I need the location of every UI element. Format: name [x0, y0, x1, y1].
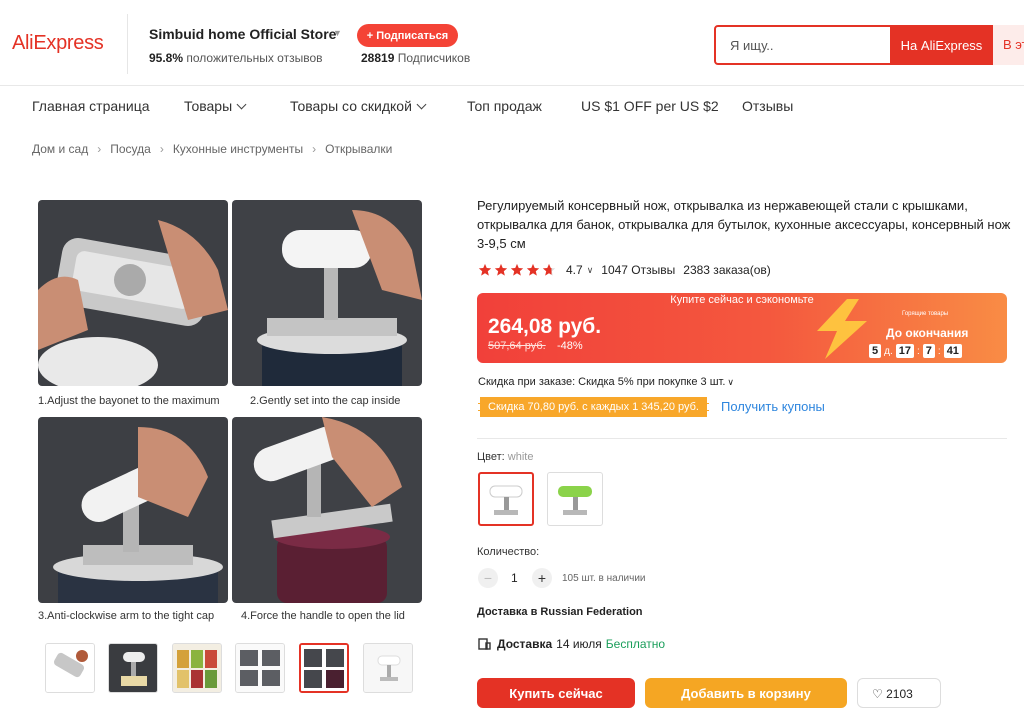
divider [477, 438, 1007, 439]
delivery-icon [478, 638, 491, 650]
countdown-seconds: 41 [943, 344, 962, 358]
shipping-date: 14 июля [556, 637, 602, 651]
color-swatch-green[interactable] [547, 472, 603, 526]
star-icon [526, 263, 540, 276]
wishlist-count: 2103 [886, 687, 913, 701]
store-header: AliExpress Simbuid home Official Store ▼… [0, 0, 1024, 86]
thumbnail[interactable] [45, 643, 95, 693]
caption-step-3: 3.Anti-clockwise arm to the tight cap [38, 610, 215, 622]
old-price: 507,64 руб. [488, 340, 546, 352]
breadcrumb-item[interactable]: Открывалки [325, 142, 392, 156]
store-rating: 95.8% положительных отзывов [149, 51, 323, 65]
star-icon [494, 263, 508, 276]
store-rating-label: положительных отзывов [186, 51, 323, 65]
search-aliexpress-button[interactable]: На AliExpress [890, 25, 993, 65]
store-rating-pct: 95.8% [149, 51, 184, 65]
countdown-timer: 5 д. 17 : 7 : 41 [869, 344, 962, 358]
quantity-value[interactable]: 1 [511, 571, 518, 585]
star-icon [510, 263, 524, 276]
gallery-image-step-1[interactable] [38, 200, 228, 386]
countdown-days-label: д. [884, 345, 893, 357]
quantity-label: Количество: [477, 546, 540, 558]
quantity-increase-button[interactable]: + [532, 568, 552, 588]
color-swatch-white[interactable] [478, 472, 534, 526]
breadcrumb: Дом и сад › Посуда › Кухонные инструменты › От… [32, 142, 393, 156]
heart-icon: ♡ [872, 687, 883, 701]
nav-sale[interactable]: Товары со скидкой [290, 98, 427, 114]
store-name[interactable]: Simbuid home Official Store [149, 26, 336, 42]
countdown-days: 5 [869, 344, 882, 358]
followers-label: Подписчиков [397, 51, 471, 65]
search-placeholder[interactable]: Я ищу.. [730, 38, 774, 53]
store-caret-icon[interactable]: ▼ [333, 28, 342, 38]
aliexpress-logo[interactable]: AliExpress [12, 32, 104, 55]
followers-count: 28819 [361, 51, 395, 65]
chevron-down-icon: ∨ [727, 377, 735, 387]
breadcrumb-item[interactable]: Дом и сад [32, 142, 88, 156]
shipping-destination[interactable]: Доставка в Russian Federation [477, 606, 643, 618]
gallery-image-step-3[interactable] [38, 417, 228, 603]
nav-reviews[interactable]: Отзывы [742, 98, 793, 114]
countdown-hours: 17 [895, 344, 914, 358]
nav-products[interactable]: Товары [184, 98, 247, 114]
followers: 28819 Подписчиков [361, 51, 470, 65]
product-title: Регулируемый консервный нож, открывалка … [477, 198, 1011, 251]
header-divider [127, 14, 128, 74]
caption-step-2: 2.Gently set into the cap inside [250, 395, 401, 407]
orders-count: 2383 заказа(ов) [683, 263, 771, 277]
chevron-down-icon[interactable]: ∨ [587, 265, 594, 276]
price-block: Купите сейчас и сэкономьте 264,08 руб. 5… [477, 293, 1007, 363]
lightning-icon [817, 299, 867, 359]
thumbnail[interactable] [235, 643, 285, 693]
thumbnail-selected[interactable] [299, 643, 349, 693]
star-icon [478, 263, 492, 276]
rating-stars[interactable] [478, 263, 558, 277]
order-discount[interactable]: Скидка при заказе: Скидка 5% при покупке… [478, 376, 734, 388]
shipping-label: Доставка [497, 637, 553, 651]
caption-step-4: 4.Force the handle to open the lid [241, 610, 405, 622]
caption-step-1: 1.Adjust the bayonet to the maximum [38, 395, 220, 407]
shipping-cost: Бесплатно [605, 637, 666, 651]
breadcrumb-item[interactable]: Посуда [110, 142, 151, 156]
thumbnail[interactable] [172, 643, 222, 693]
color-label: Цвет: white [477, 451, 534, 463]
color-value: white [507, 451, 534, 463]
nav-top-sales[interactable]: Топ продаж [467, 98, 542, 114]
chevron-down-icon [236, 99, 247, 110]
add-to-cart-button[interactable]: Добавить в корзину [645, 678, 847, 708]
subscribe-button[interactable]: + Подписаться [357, 24, 458, 47]
nav-home[interactable]: Главная страница [32, 98, 150, 114]
gallery-image-step-4[interactable] [232, 417, 422, 603]
chevron-down-icon [416, 99, 427, 110]
quantity-decrease-button[interactable]: − [478, 568, 498, 588]
get-coupons-link[interactable]: Получить купоны [721, 399, 825, 414]
coupon-badge[interactable]: Скидка 70,80 руб. с каждых 1 345,20 руб. [478, 397, 709, 417]
gallery-image-step-2[interactable] [232, 200, 422, 386]
discount-badge: -48% [557, 340, 583, 352]
stock-count: 105 шт. в наличии [562, 573, 646, 584]
countdown-label: До окончания [886, 326, 969, 340]
star-icon [542, 263, 556, 276]
thumbnail[interactable] [108, 643, 158, 693]
current-price: 264,08 руб. [488, 315, 602, 338]
reviews-count[interactable]: 1047 Отзывы [601, 263, 675, 277]
countdown-minutes: 7 [922, 344, 935, 358]
search-store-button[interactable]: В этом магазине [993, 25, 1024, 65]
rating-value[interactable]: 4.7 [566, 263, 583, 277]
wishlist-button[interactable]: ♡ 2103 [857, 678, 941, 708]
shipping-row: Доставка 14 июля Бесплатно [478, 637, 665, 651]
hot-deals-label: Горящие товары [902, 311, 949, 317]
buy-now-button[interactable]: Купить сейчас [477, 678, 635, 708]
rating-row: 4.7 ∨ 1047 Отзывы 2383 заказа(ов) [478, 262, 771, 278]
store-nav: Главная страница Товары Товары со скидко… [0, 98, 1024, 118]
thumbnail[interactable] [363, 643, 413, 693]
promo-banner: Купите сейчас и сэкономьте [670, 294, 814, 306]
nav-promo[interactable]: US $1 OFF per US $2 [581, 98, 719, 114]
breadcrumb-item[interactable]: Кухонные инструменты [173, 142, 303, 156]
